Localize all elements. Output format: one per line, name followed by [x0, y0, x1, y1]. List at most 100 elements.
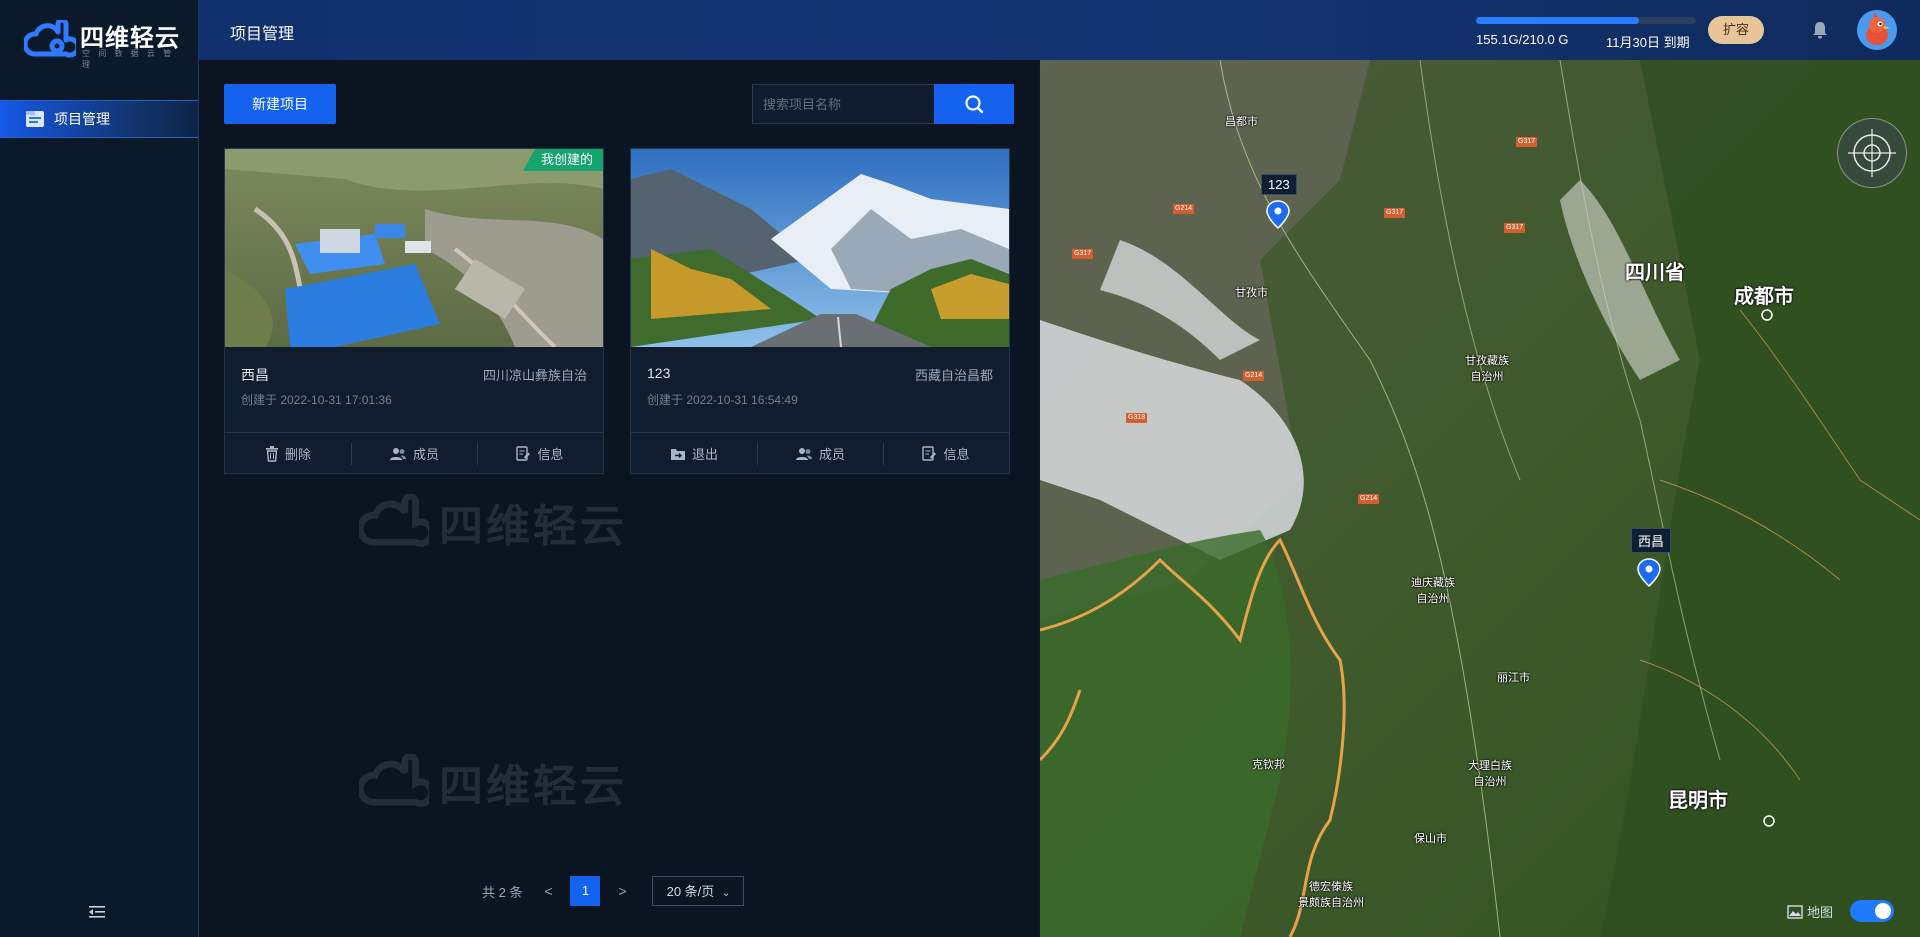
storage-progress-bar [1476, 17, 1696, 24]
logo[interactable]: 四维轻云 空 间 数 据 云 管 理 [24, 18, 184, 69]
project-name: 123 [647, 365, 671, 381]
bell-icon[interactable] [1811, 20, 1829, 40]
exit-button[interactable]: 退出 [631, 433, 757, 474]
compass-icon [1848, 129, 1896, 177]
mountain-road-image [631, 149, 1009, 347]
project-region: 四川凉山彝族自治 [482, 368, 587, 383]
search-icon [965, 95, 984, 114]
compass-control[interactable] [1837, 118, 1907, 188]
prev-page-button[interactable]: < [538, 883, 558, 899]
members-label: 成员 [818, 447, 845, 462]
map-label-ganzi: 甘孜藏族 自治州 [1465, 355, 1509, 383]
avatar[interactable] [1857, 10, 1897, 50]
watermark-text: 四维轻云 [439, 762, 627, 811]
project-name: 西昌 [241, 367, 269, 383]
delete-label: 删除 [284, 447, 311, 462]
map-label-chengdu: 成都市 [1734, 286, 1794, 308]
new-project-button[interactable]: 新建项目 [224, 84, 336, 124]
info-edit-icon [516, 446, 531, 461]
road-shield: G214 [1173, 204, 1195, 214]
page-1-button[interactable]: 1 [570, 876, 601, 906]
members-icon [389, 447, 406, 460]
project-created-date: 创建于 2022-10-31 16:54:49 [647, 393, 798, 407]
watermark: 四维轻云 [359, 490, 627, 554]
members-icon [795, 447, 812, 460]
storage-usage-text: 155.1G/210.0 G [1476, 32, 1569, 47]
watermark-cloud-icon [359, 754, 429, 807]
map-marker-label[interactable]: 123 [1261, 174, 1297, 195]
members-label: 成员 [412, 447, 439, 462]
project-thumbnail: 我创建的 [225, 149, 603, 347]
info-edit-icon [922, 446, 937, 461]
folder-icon [26, 111, 44, 127]
storage-progress-fill [1476, 17, 1639, 24]
satellite-map-image [1040, 60, 1920, 937]
map-label-dali: 大理白族 自治州 [1468, 760, 1512, 788]
sidebar-item-project-management[interactable]: 项目管理 [0, 100, 198, 138]
road-shield: G317 [1504, 223, 1526, 233]
delete-button[interactable]: 删除 [225, 433, 351, 474]
chevron-down-icon: ⌄ [721, 888, 731, 899]
expand-storage-button[interactable]: 扩容 [1708, 16, 1764, 44]
info-button[interactable]: 信息 [477, 433, 603, 474]
road-shield: G214 [1358, 494, 1380, 504]
watermark-cloud-icon [359, 494, 429, 547]
map-toggle-text: 地图 [1807, 905, 1834, 920]
logo-subtitle: 空 间 数 据 云 管 理 [82, 49, 175, 69]
trash-icon [265, 445, 278, 462]
road-shield: G318 [1126, 413, 1148, 423]
page-size-label: 20 条/页 [666, 884, 715, 899]
page-title: 项目管理 [230, 26, 295, 43]
next-page-button[interactable]: > [612, 883, 632, 899]
exit-folder-icon [670, 448, 685, 460]
pagination: 共 2 条 < 1 > 20 条/页 ⌄ [482, 876, 745, 906]
search-input[interactable] [752, 84, 956, 124]
road-shield: G317 [1072, 249, 1094, 259]
road-shield: G214 [1243, 371, 1265, 381]
map-layer-toggle[interactable] [1850, 900, 1894, 922]
map-label-baoshan: 保山市 [1414, 833, 1447, 845]
search-button[interactable] [934, 84, 1014, 124]
my-created-badge: 我创建的 [522, 149, 603, 171]
map-label-kunming: 昆明市 [1668, 790, 1728, 812]
map-label-dehong: 德宏傣族 景颇族自治州 [1298, 881, 1364, 909]
bird-avatar-icon [1857, 10, 1897, 50]
watermark: 四维轻云 [359, 750, 627, 814]
sidebar: 四维轻云 空 间 数 据 云 管 理 项目管理 [0, 0, 199, 937]
cloud-logo-icon [24, 20, 76, 58]
expire-date-text: 11月30日 到期 [1606, 35, 1690, 50]
map-label-diqing: 迪庆藏族 自治州 [1411, 577, 1455, 605]
top-bar: 项目管理 155.1G/210.0 G 11月30日 到期 扩容 [199, 0, 1920, 60]
pagination-total: 共 2 条 [482, 884, 523, 900]
members-button[interactable]: 成员 [757, 433, 883, 474]
project-region: 西藏自治昌都 [914, 368, 993, 383]
map-layer-icon [1787, 904, 1803, 919]
map-label-ganzi-city: 甘孜市 [1235, 287, 1268, 299]
map-label-changdu: 昌都市 [1225, 116, 1258, 128]
project-card[interactable]: 我创建的 西昌 四川凉山彝族自治 创建于 2022-10-31 17:01:36… [224, 148, 604, 474]
project-created-date: 创建于 2022-10-31 17:01:36 [241, 393, 392, 407]
project-actions: 退出 成员 信息 [631, 432, 1009, 474]
factory-aerial-image [225, 149, 603, 347]
map-marker-label[interactable]: 西昌 [1631, 528, 1672, 553]
map-label-kechin: 克钦邦 [1252, 759, 1285, 771]
members-button[interactable]: 成员 [351, 433, 477, 474]
project-card[interactable]: 123 西藏自治昌都 创建于 2022-10-31 16:54:49 退出 成员… [630, 148, 1010, 474]
project-thumbnail [631, 149, 1009, 347]
road-shield: G317 [1384, 208, 1406, 218]
info-label: 信息 [537, 447, 564, 462]
watermark-text: 四维轻云 [439, 502, 627, 551]
project-list-panel: 新建项目 四维轻云 四维轻云 [199, 60, 1039, 937]
exit-label: 退出 [691, 447, 718, 462]
info-button[interactable]: 信息 [883, 433, 1009, 474]
map-label-sichuan: 四川省 [1625, 262, 1685, 284]
collapse-menu-icon[interactable] [88, 904, 106, 920]
map-toggle-label: 地图 [1787, 902, 1833, 921]
sidebar-item-label: 项目管理 [54, 111, 110, 127]
road-shield: G317 [1516, 137, 1538, 147]
page-size-select[interactable]: 20 条/页 ⌄ [652, 876, 745, 906]
map-label-lijiang: 丽江市 [1497, 672, 1530, 684]
satellite-map[interactable]: 123 西昌 四川省 成都市 昆明市 甘孜藏族 自治州 迪庆藏族 自治州 丽江市… [1040, 60, 1920, 937]
info-label: 信息 [943, 447, 970, 462]
project-actions: 删除 成员 信息 [225, 432, 603, 474]
